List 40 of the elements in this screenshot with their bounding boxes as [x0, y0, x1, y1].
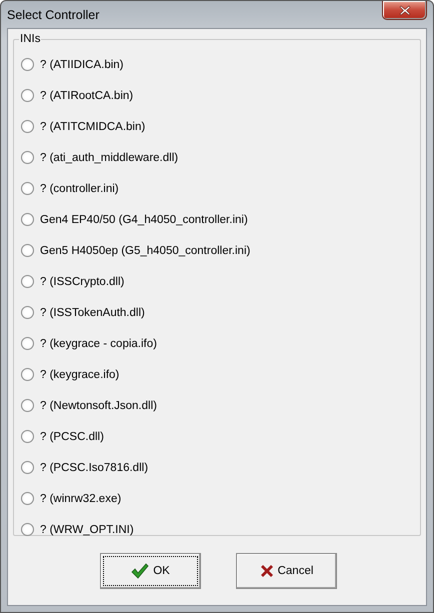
cross-icon — [260, 564, 274, 578]
radio-button[interactable] — [21, 58, 34, 71]
window-title: Select Controller — [7, 8, 100, 22]
radio-label[interactable]: ? (ATIIDICA.bin) — [40, 58, 124, 70]
radio-label[interactable]: ? (Newtonsoft.Json.dll) — [40, 400, 157, 412]
radio-button[interactable] — [21, 244, 34, 257]
radio-button[interactable] — [21, 337, 34, 350]
radio-button[interactable] — [21, 306, 34, 319]
radio-label[interactable]: ? (PCSC.dll) — [40, 430, 104, 442]
radio-label[interactable]: Gen5 H4050ep (G5_h4050_controller.ini) — [40, 244, 250, 256]
radio-label[interactable]: ? (ati_auth_middleware.dll) — [40, 152, 178, 164]
radio-label[interactable]: ? (winrw32.exe) — [40, 492, 122, 504]
checkmark-icon — [131, 562, 150, 578]
close-icon — [398, 4, 410, 16]
radio-label[interactable]: Gen4 EP40/50 (G4_h4050_controller.ini) — [40, 214, 248, 226]
radio-button[interactable] — [21, 213, 34, 226]
radio-label[interactable]: ? (ISSCrypto.dll) — [40, 276, 124, 288]
radio-label[interactable]: ? (keygrace - copia.ifo) — [40, 338, 157, 350]
ok-button[interactable]: OK — [100, 552, 201, 588]
radio-button[interactable] — [21, 399, 34, 412]
radio-button[interactable] — [21, 275, 34, 288]
radio-button[interactable] — [21, 89, 34, 102]
radio-label[interactable]: ? (ATIRootCA.bin) — [40, 90, 134, 102]
group-title: INIs — [19, 33, 42, 45]
radio-label[interactable]: ? (ATITCMIDCA.bin) — [40, 120, 146, 132]
radio-label[interactable]: ? (WRW_OPT.INI) — [40, 524, 134, 536]
radio-button[interactable] — [21, 151, 34, 164]
radio-button[interactable] — [21, 523, 34, 536]
radio-button[interactable] — [21, 120, 34, 133]
radio-button[interactable] — [21, 182, 34, 195]
radio-button[interactable] — [21, 461, 34, 474]
radio-label[interactable]: ? (controller.ini) — [40, 182, 119, 194]
radio-label[interactable]: ? (PCSC.Iso7816.dll) — [40, 462, 148, 474]
radio-button[interactable] — [21, 430, 34, 443]
radio-button[interactable] — [21, 492, 34, 505]
radio-label[interactable]: ? (keygrace.ifo) — [40, 368, 120, 380]
close-button[interactable] — [382, 1, 427, 20]
radio-button[interactable] — [21, 368, 34, 381]
radio-label[interactable]: ? (ISSTokenAuth.dll) — [40, 306, 145, 318]
cancel-button[interactable]: Cancel — [236, 552, 337, 588]
